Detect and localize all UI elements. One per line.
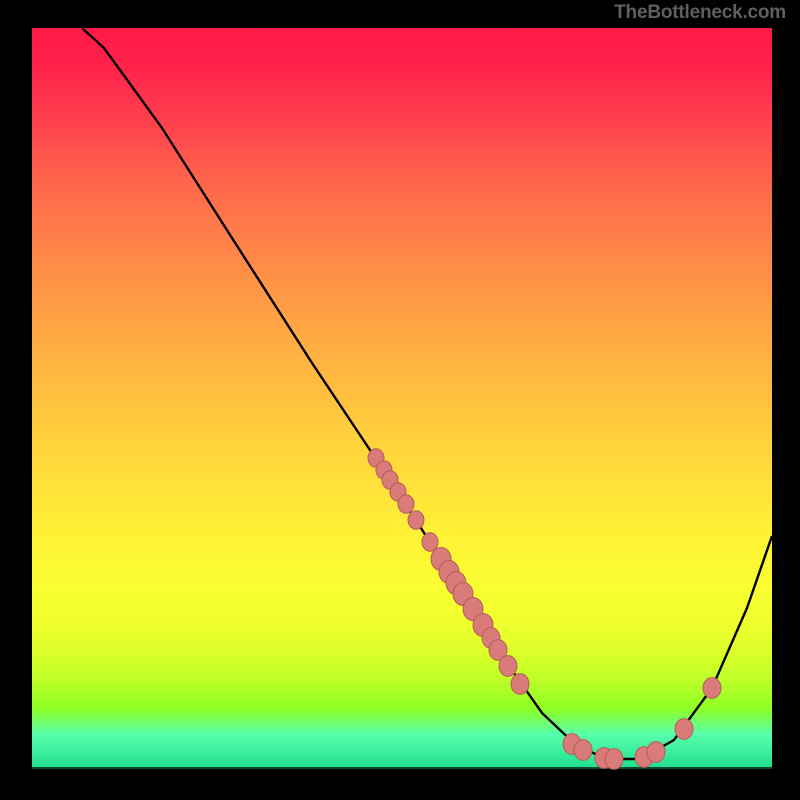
- data-point: [422, 533, 438, 551]
- data-point: [574, 740, 592, 761]
- plot-area: [32, 28, 772, 768]
- data-point: [647, 742, 665, 763]
- bottleneck-curve: [82, 28, 772, 759]
- data-point: [511, 674, 529, 695]
- data-point: [675, 719, 693, 740]
- data-point: [408, 511, 424, 529]
- data-point: [605, 749, 623, 770]
- data-point: [499, 656, 517, 677]
- data-points: [368, 449, 721, 770]
- attribution-text: TheBottleneck.com: [614, 2, 786, 24]
- chart-svg: [32, 28, 772, 768]
- chart-root: TheBottleneck.com: [0, 0, 800, 800]
- data-point: [398, 495, 414, 513]
- data-point: [703, 678, 721, 699]
